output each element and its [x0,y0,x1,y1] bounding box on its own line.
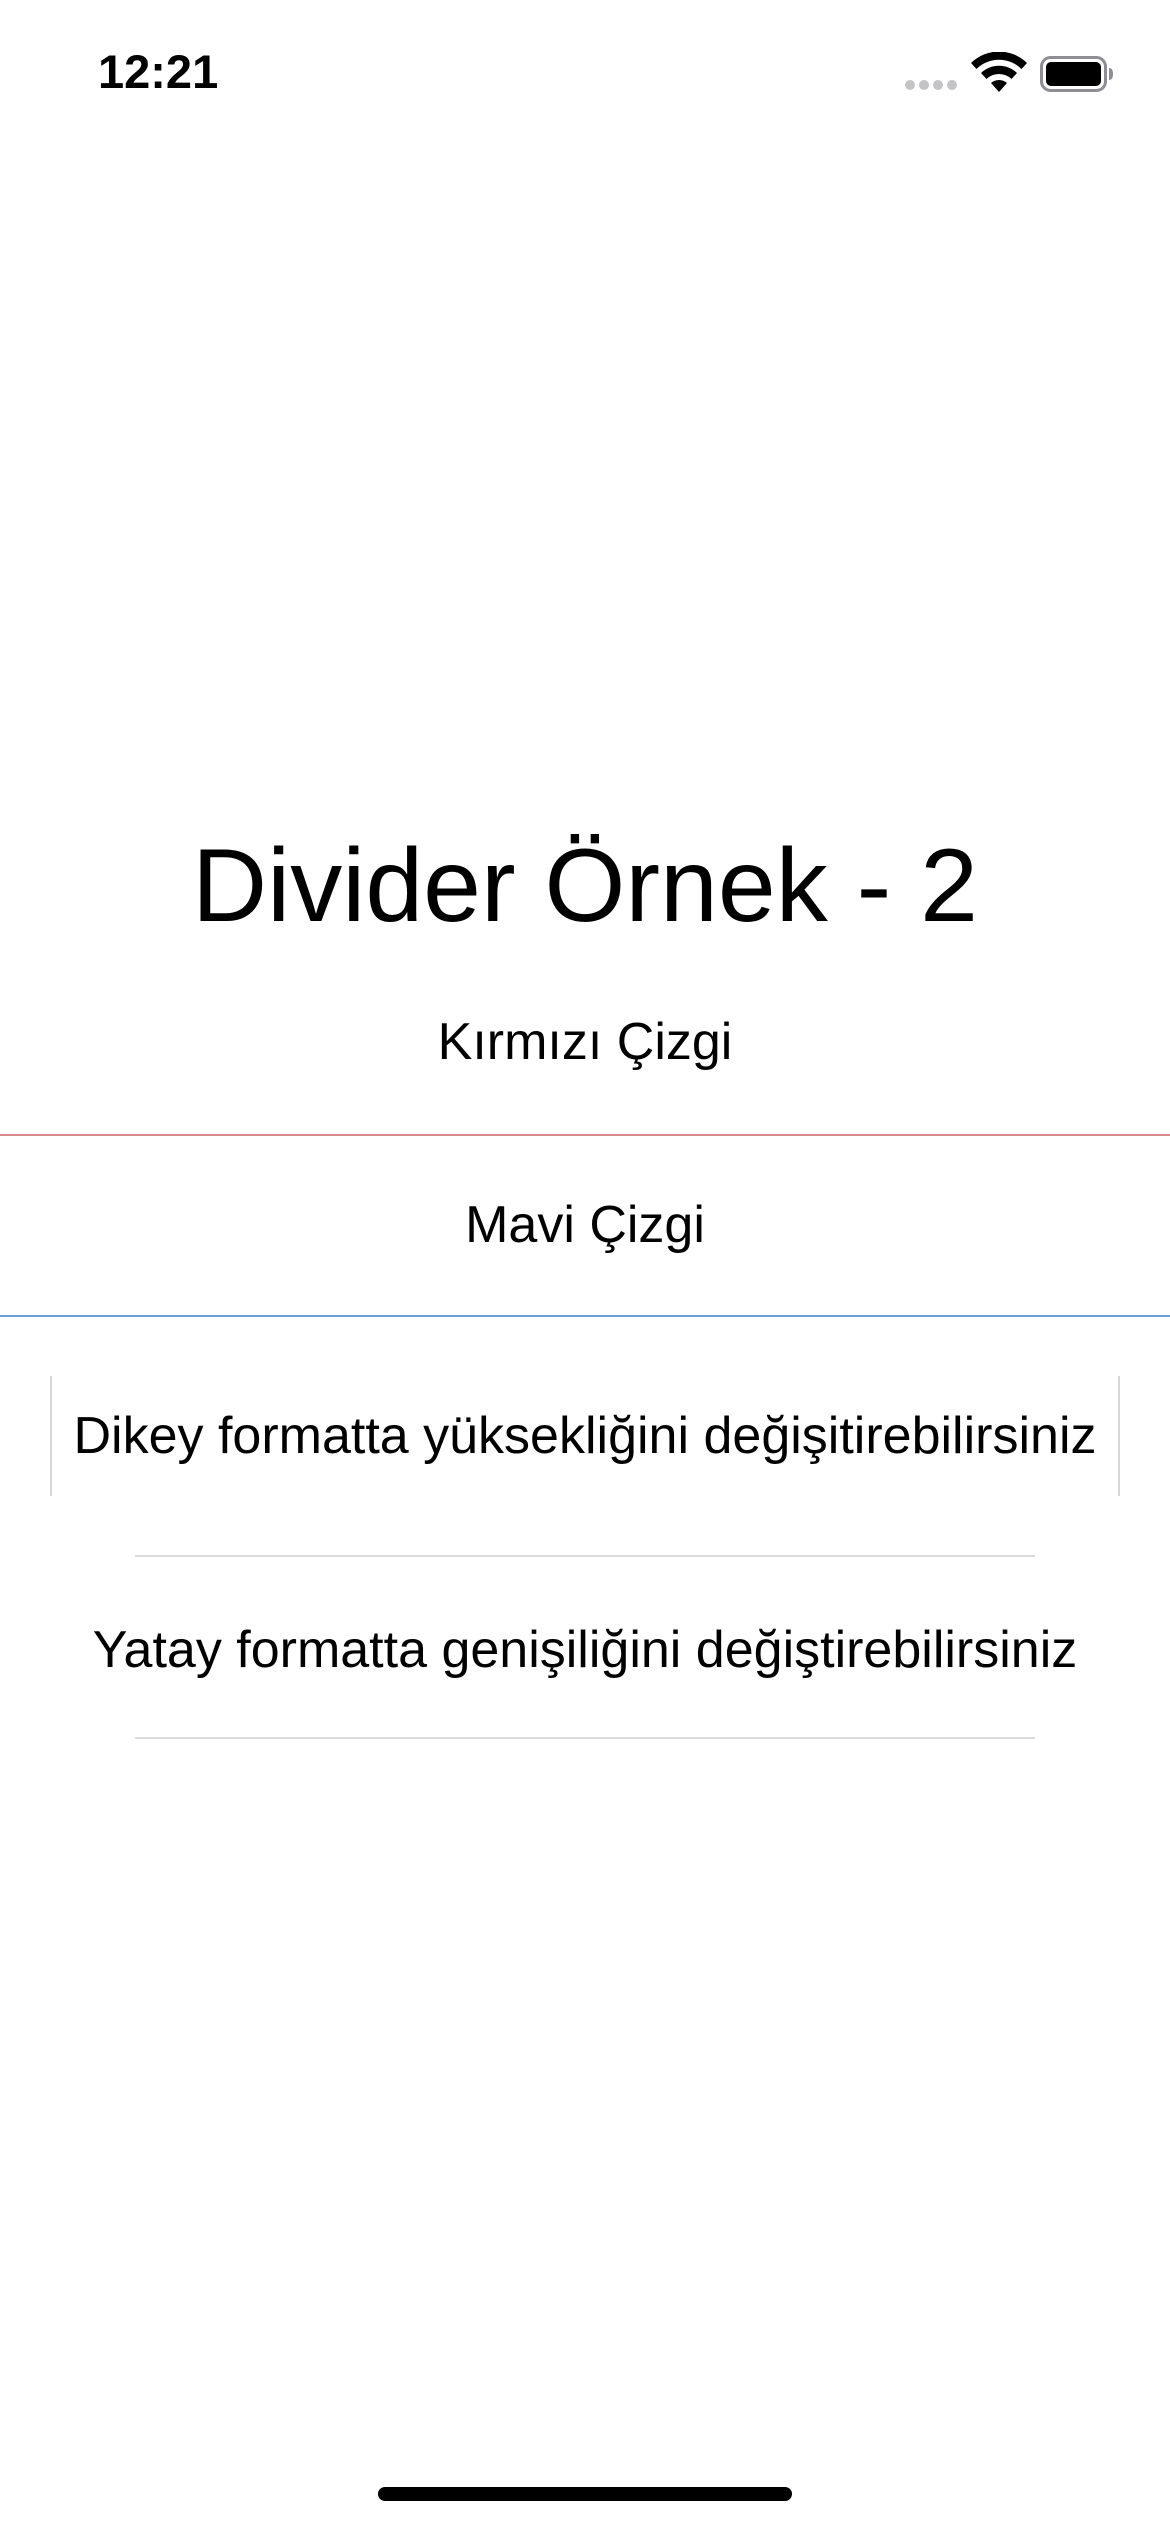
horizontal-divider-top [135,1555,1035,1557]
horizontal-divider-bottom [135,1737,1035,1739]
battery-icon [1040,56,1113,92]
blue-divider [0,1315,1170,1317]
status-time: 12:21 [98,45,219,98]
status-bar: 12:21 [0,0,1170,150]
vertical-divider-right [1118,1376,1120,1496]
home-indicator[interactable] [378,2487,792,2501]
horizontal-divider-label: Yatay formatta genişiliğini değiştirebil… [92,1621,1078,1679]
wifi-icon [971,52,1027,92]
signal-dots-icon [905,80,959,92]
vertical-divider-label: Dikey formatta yüksekliğini değişitirebi… [73,1407,1097,1465]
vertical-divider-row: Dikey formatta yüksekliğini değişitirebi… [50,1376,1120,1496]
page-title: Divider Örnek - 2 [192,828,978,944]
blue-line-label: Mavi Çizgi [465,1196,705,1254]
red-divider [0,1134,1170,1136]
red-line-label: Kırmızı Çizgi [437,1013,733,1071]
